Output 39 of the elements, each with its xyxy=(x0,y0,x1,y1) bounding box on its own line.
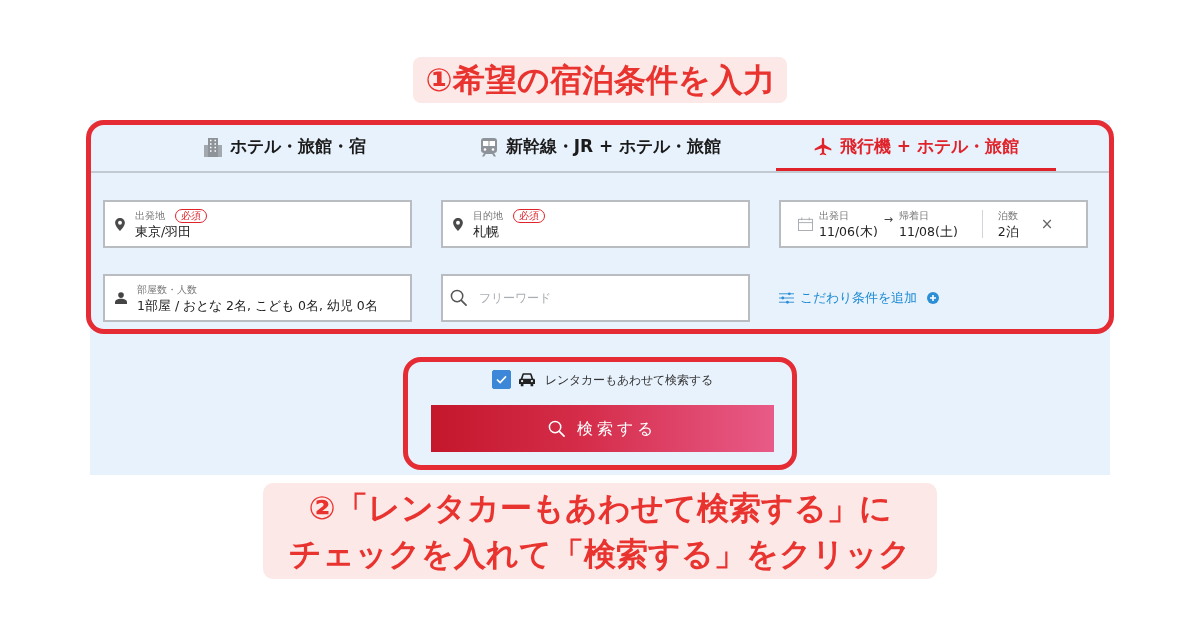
calendar-icon xyxy=(798,217,813,231)
checkbox-label[interactable]: レンタカーもあわせて検索する xyxy=(545,370,713,389)
location-field[interactable]: 出発地 必須 東京/羽田 xyxy=(103,200,412,248)
nights-label: 泊数 xyxy=(997,208,1019,223)
field-value: 札幌 xyxy=(473,222,500,240)
airplane-icon xyxy=(812,136,833,157)
field-value: 東京/羽田 xyxy=(135,222,193,240)
guests-field[interactable]: 部屋数・人数 1部屋 / おとな 2名, こども 0名, 幼児 0名 xyxy=(103,274,412,322)
map-pin-icon xyxy=(115,217,125,231)
date-label: 帰着日 xyxy=(899,208,930,223)
plus-circle-icon xyxy=(927,292,939,304)
building-icon xyxy=(202,136,223,157)
nights-value: 2泊 xyxy=(997,222,1019,240)
tab[interactable]: ホテル・旅館・宿 xyxy=(144,125,424,171)
field-label: 目的地 xyxy=(473,208,503,223)
field-label: 出発地 xyxy=(135,208,165,223)
location-field[interactable]: 目的地 必須 札幌 xyxy=(441,200,750,248)
checkbox[interactable] xyxy=(492,370,511,389)
person-icon xyxy=(115,292,127,304)
keyword-field[interactable]: フリーワード xyxy=(441,274,750,322)
map-pin-icon xyxy=(453,217,463,231)
check-icon xyxy=(496,375,507,384)
step-note: ①希望の宿泊条件を入力 xyxy=(413,57,787,103)
clear-button[interactable]: × xyxy=(1036,216,1058,232)
arrow-text: → xyxy=(883,212,893,228)
field-value: 1部屋 / おとな 2名, こども 0名, 幼児 0名 xyxy=(137,296,378,314)
train-icon xyxy=(478,136,499,157)
search-button[interactable]: 検索する xyxy=(431,405,774,452)
date-value: 11/06(木) xyxy=(819,222,878,240)
date-value: 11/08(土) xyxy=(899,222,958,240)
tab[interactable]: 新幹線・JR + ホテル・旅館 xyxy=(460,125,740,171)
search-icon xyxy=(450,289,467,306)
step-note: ②「レンタカーもあわせて検索する」にチェックを入れて「検索する」をクリック xyxy=(262,483,938,579)
sliders-icon xyxy=(779,292,794,304)
search-icon xyxy=(548,420,565,437)
car-icon xyxy=(519,372,535,387)
date-label: 出発日 xyxy=(819,208,850,223)
field-label: 部屋数・人数 xyxy=(137,282,197,297)
date-range-field[interactable]: 出発日 11/06(木) → 帰着日 11/08(土) 泊数 2泊 × xyxy=(779,200,1088,248)
